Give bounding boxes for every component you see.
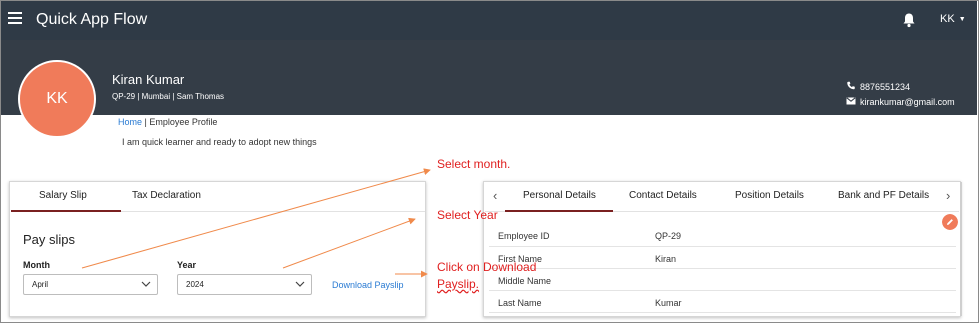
year-value: 2024 xyxy=(186,280,204,289)
detail-value: Kumar xyxy=(655,298,682,308)
table-row xyxy=(489,269,956,291)
year-label: Year xyxy=(177,260,197,270)
section-title: Pay slips xyxy=(23,232,76,247)
user-initials: KK xyxy=(940,13,955,25)
hamburger-icon[interactable] xyxy=(8,12,22,24)
year-select[interactable]: 2024 xyxy=(177,274,312,295)
chevron-right-icon[interactable]: › xyxy=(946,188,950,203)
app-title: Quick App Flow xyxy=(36,11,148,28)
detail-label: Employee ID xyxy=(498,231,550,241)
annotation-click-download: Click on Download Payslip. xyxy=(437,259,536,293)
profile-bio: I am quick learner and ready to adopt ne… xyxy=(122,137,317,147)
active-tab-indicator xyxy=(505,210,613,212)
chevron-down-icon xyxy=(295,281,305,287)
contact-phone: 8876551234 xyxy=(846,81,910,92)
tab-personal-details[interactable]: Personal Details xyxy=(523,190,596,201)
profile-meta: QP-29 | Mumbai | Sam Thomas xyxy=(112,92,225,101)
detail-value: QP-29 xyxy=(655,231,682,241)
contact-email: kirankumar@gmail.com xyxy=(846,97,955,107)
tab-position-details[interactable]: Position Details xyxy=(735,190,804,201)
bell-icon[interactable] xyxy=(902,12,916,28)
tab-salary-slip[interactable]: Salary Slip xyxy=(39,190,87,201)
detail-value: Kiran xyxy=(655,254,677,264)
tab-bank-pf-details[interactable]: Bank and PF Details xyxy=(838,190,929,201)
month-value: April xyxy=(32,280,49,289)
annotation-select-year: Select Year xyxy=(437,208,498,222)
avatar: KK xyxy=(18,60,96,138)
annotation-select-month: Select month. xyxy=(437,157,511,171)
breadcrumb-home-link[interactable]: Home xyxy=(118,117,142,127)
phone-icon xyxy=(847,81,855,90)
table-row xyxy=(489,225,956,247)
scrollbar[interactable] xyxy=(960,182,962,316)
salary-panel xyxy=(9,181,426,317)
detail-label: Last Name xyxy=(498,298,542,308)
table-row xyxy=(489,291,956,313)
email-address: kirankumar@gmail.com xyxy=(860,97,955,107)
chevron-left-icon[interactable]: ‹ xyxy=(493,188,497,203)
tab-contact-details[interactable]: Contact Details xyxy=(629,190,697,201)
top-app-bar xyxy=(1,1,977,40)
month-label: Month xyxy=(23,260,50,270)
phone-number: 8876551234 xyxy=(860,82,911,92)
breadcrumb-current: | Employee Profile xyxy=(142,117,218,127)
user-menu[interactable]: KK ▼ xyxy=(940,13,966,25)
breadcrumb: Home | Employee Profile xyxy=(118,117,217,127)
chevron-down-icon xyxy=(141,281,151,287)
active-tab-indicator xyxy=(11,210,121,212)
profile-name: Kiran Kumar xyxy=(112,72,185,87)
caret-down-icon: ▼ xyxy=(958,16,966,23)
download-payslip-link[interactable]: Download Payslip xyxy=(332,280,404,290)
tab-tax-declaration[interactable]: Tax Declaration xyxy=(132,190,201,201)
annotation-line: Payslip. xyxy=(437,277,480,291)
email-icon xyxy=(846,97,856,105)
annotation-line: Click on Download xyxy=(437,260,537,274)
month-select[interactable]: April xyxy=(23,274,158,295)
table-row xyxy=(489,247,956,269)
